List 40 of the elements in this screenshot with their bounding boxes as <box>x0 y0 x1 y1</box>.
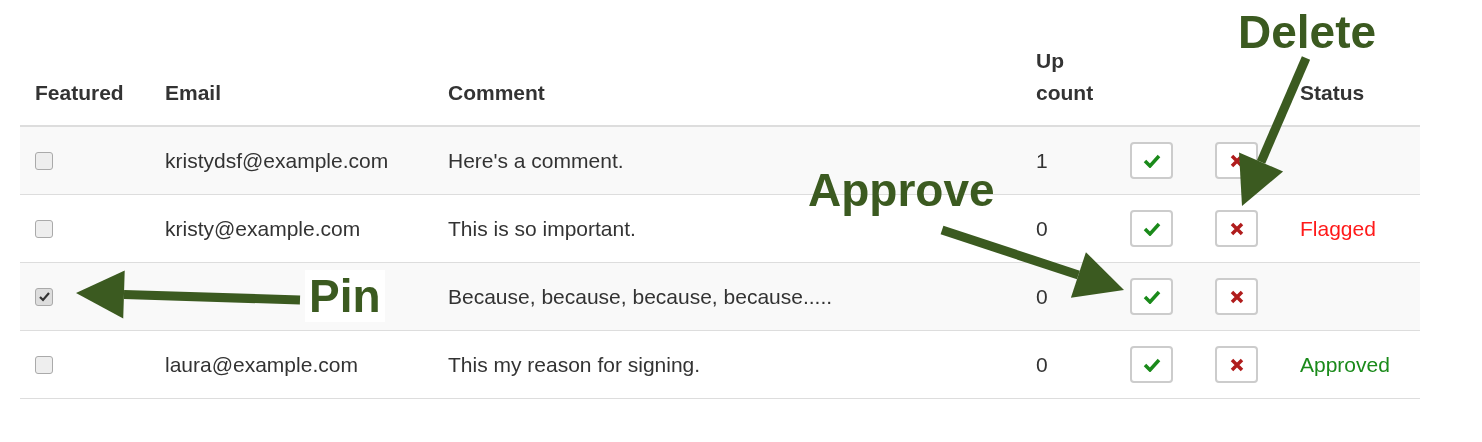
close-icon <box>1229 221 1244 236</box>
checkmark-icon <box>38 291 50 302</box>
delete-button[interactable] <box>1215 346 1258 383</box>
up-count: 1 <box>1036 148 1048 173</box>
email-text: laura@example.com <box>165 352 358 377</box>
approve-button[interactable] <box>1130 210 1173 247</box>
email-text: kristy@example.com <box>165 216 361 241</box>
featured-checkbox[interactable] <box>35 287 53 306</box>
comment-text: Because, because, because, because..... <box>448 284 833 309</box>
approve-button[interactable] <box>1130 346 1173 383</box>
column-header: Status <box>1300 80 1365 106</box>
checkmark-icon <box>1142 153 1161 168</box>
column-header: Comment <box>448 80 545 106</box>
checkmark-icon <box>1142 357 1161 372</box>
checkmark-icon <box>1142 221 1161 236</box>
status-text: Flagged <box>1300 216 1376 241</box>
column-header: Featured <box>35 80 124 106</box>
up-count: 0 <box>1036 216 1048 241</box>
column-header: Email <box>165 80 222 106</box>
featured-checkbox[interactable] <box>35 219 53 238</box>
callout-label: Pin <box>305 270 385 322</box>
up-count: 0 <box>1036 284 1048 309</box>
column-header: Up count <box>1036 48 1095 106</box>
delete-button[interactable] <box>1215 278 1258 315</box>
delete-button[interactable] <box>1215 210 1258 247</box>
featured-checkbox[interactable] <box>35 151 53 170</box>
approve-button[interactable] <box>1130 278 1173 315</box>
featured-checkbox[interactable] <box>35 355 53 374</box>
callout-label: Approve <box>807 164 996 216</box>
checkmark-icon <box>1142 289 1161 304</box>
close-icon <box>1229 289 1244 304</box>
up-count: 0 <box>1036 352 1048 377</box>
close-icon <box>1229 357 1244 372</box>
comment-text: This is so important. <box>448 216 636 241</box>
comment-text: This my reason for signing. <box>448 352 701 377</box>
callout-label: Delete <box>1237 6 1378 58</box>
email-text: kristydsf@example.com <box>165 148 389 173</box>
comment-text: Here's a comment. <box>448 148 624 173</box>
approve-button[interactable] <box>1130 142 1173 179</box>
status-text: Approved <box>1300 352 1390 377</box>
